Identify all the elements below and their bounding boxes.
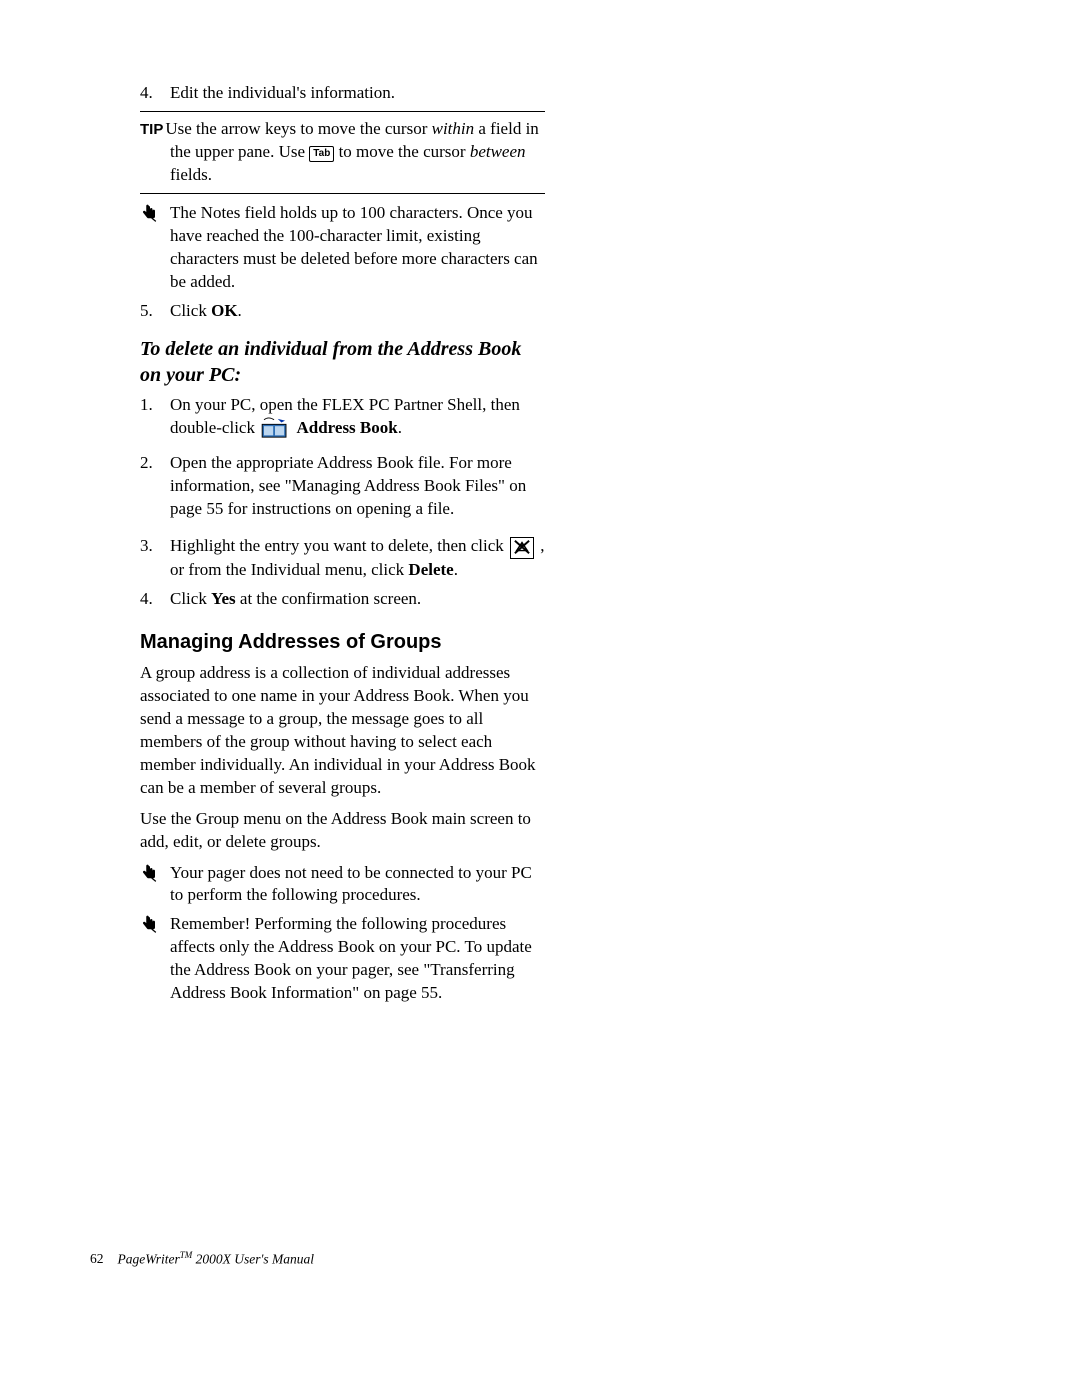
- list-marker: 4.: [140, 82, 162, 105]
- tip-em-within: within: [432, 119, 475, 138]
- note-list-2: Your pager does not need to be connected…: [140, 862, 545, 1006]
- step-text-c: .: [454, 560, 458, 579]
- step-text-bold: OK: [211, 301, 237, 320]
- text-column: 4. Edit the individual's information. TI…: [140, 82, 545, 1005]
- tip-text-a: Use the arrow keys to move the cursor: [165, 119, 431, 138]
- step-text: Edit the individual's information.: [170, 83, 395, 102]
- hand-pointer-icon: [140, 914, 160, 934]
- tip-text-d: fields.: [170, 165, 212, 184]
- divider: [140, 111, 545, 112]
- note-item: The Notes field holds up to 100 characte…: [140, 202, 545, 294]
- trademark: TM: [180, 1250, 193, 1260]
- list-marker: 1.: [140, 394, 162, 417]
- list-marker: 3.: [140, 535, 162, 558]
- step-text: Open the appropriate Address Book file. …: [170, 453, 526, 518]
- paragraph: A group address is a collection of indiv…: [140, 662, 545, 800]
- section-subheading: To delete an individual from the Address…: [140, 336, 545, 388]
- document-page: 4. Edit the individual's information. TI…: [0, 0, 1080, 1397]
- step-text-a: Click: [170, 589, 211, 608]
- list-marker: 4.: [140, 588, 162, 611]
- footer-title-a: PageWriter: [118, 1251, 180, 1266]
- page-number: 62: [90, 1251, 104, 1266]
- tip-block: TIPUse the arrow keys to move the cursor…: [140, 118, 545, 187]
- tab-key-icon: Tab: [309, 146, 334, 162]
- del-step-3: 3. Highlight the entry you want to delet…: [140, 535, 545, 582]
- address-book-icon: [261, 417, 289, 446]
- footer-title-b: 2000X User's Manual: [192, 1251, 314, 1266]
- note-item: Remember! Performing the following proce…: [140, 913, 545, 1005]
- step-text-bold: Yes: [211, 589, 236, 608]
- divider: [140, 193, 545, 194]
- step-text-b: .: [398, 418, 402, 437]
- note-list: The Notes field holds up to 100 characte…: [140, 202, 545, 294]
- list-marker: 2.: [140, 452, 162, 475]
- paragraph: Use the Group menu on the Address Book m…: [140, 808, 545, 854]
- step-text-b: at the confirmation screen.: [236, 589, 422, 608]
- step-text-a: Highlight the entry you want to delete, …: [170, 536, 508, 555]
- del-step-2: 2. Open the appropriate Address Book fil…: [140, 452, 545, 521]
- step-5: 5. Click OK.: [140, 300, 545, 323]
- note-text: Remember! Performing the following proce…: [170, 914, 532, 1002]
- page-footer: 62 PageWriterTM 2000X User's Manual: [90, 1250, 314, 1268]
- tip-label: TIP: [140, 121, 163, 138]
- section-heading: Managing Addresses of Groups: [140, 629, 545, 656]
- step-text-bold: Address Book: [296, 418, 397, 437]
- step-text-suffix: .: [238, 301, 242, 320]
- del-step-1: 1. On your PC, open the FLEX PC Partner …: [140, 394, 545, 446]
- hand-pointer-icon: [140, 863, 160, 883]
- list-marker: 5.: [140, 300, 162, 323]
- edit-steps-continued: 4. Edit the individual's information.: [140, 82, 545, 105]
- step-4: 4. Edit the individual's information.: [140, 82, 545, 105]
- hand-pointer-icon: [140, 203, 160, 223]
- note-item: Your pager does not need to be connected…: [140, 862, 545, 908]
- tip-text-c: to move the cursor: [334, 142, 470, 161]
- step-text-bold: Delete: [408, 560, 453, 579]
- note-text: Your pager does not need to be connected…: [170, 863, 532, 905]
- note-text: The Notes field holds up to 100 characte…: [170, 203, 538, 291]
- del-step-4: 4. Click Yes at the confirmation screen.: [140, 588, 545, 611]
- step-text-prefix: Click: [170, 301, 211, 320]
- tip-em-between: between: [470, 142, 526, 161]
- delete-steps: 1. On your PC, open the FLEX PC Partner …: [140, 394, 545, 611]
- edit-steps-continued-2: 5. Click OK.: [140, 300, 545, 323]
- delete-icon: [510, 537, 534, 559]
